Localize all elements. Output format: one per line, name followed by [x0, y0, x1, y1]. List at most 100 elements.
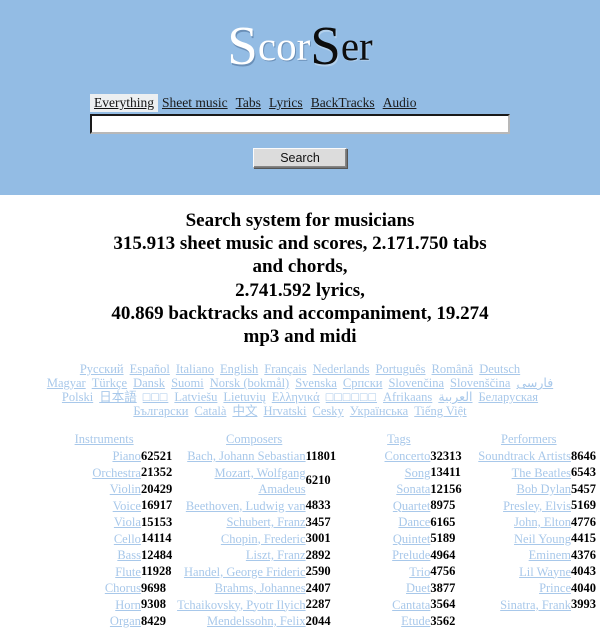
language-link[interactable]: □□□□□□ [326, 390, 377, 404]
stat-link[interactable]: Schubert, Franz [226, 515, 305, 529]
stat-link[interactable]: Trio [409, 565, 430, 579]
search-input[interactable] [90, 114, 510, 134]
language-link[interactable]: Türkçe [92, 376, 127, 390]
language-link[interactable]: Српски [343, 376, 383, 390]
stat-link[interactable]: Quartet [393, 499, 430, 513]
stat-link[interactable]: John, Elton [514, 515, 571, 529]
stat-link[interactable]: Prince [539, 581, 571, 595]
stat-link[interactable]: Piano [112, 449, 140, 463]
table-row: Violin 20429 [36, 481, 172, 498]
language-link[interactable]: Suomi [171, 376, 204, 390]
stat-link[interactable]: Handel, George Frideric [184, 565, 306, 579]
language-link[interactable]: Português [376, 362, 426, 376]
stat-column-title[interactable]: Instruments [36, 432, 172, 448]
language-link[interactable]: Dansk [133, 376, 165, 390]
stat-link[interactable]: Bob Dylan [516, 482, 571, 496]
stat-link[interactable]: Violin [110, 482, 141, 496]
stat-link[interactable]: Bass [117, 548, 141, 562]
stat-link[interactable]: Chopin, Frederic [221, 532, 306, 546]
search-tab-lyrics[interactable]: Lyrics [265, 94, 307, 112]
language-link[interactable]: Norsk (bokmål) [210, 376, 290, 390]
search-tab-sheet-music[interactable]: Sheet music [158, 94, 232, 112]
language-link[interactable]: العربية [438, 390, 472, 404]
language-link[interactable]: Afrikaans [383, 390, 432, 404]
language-link[interactable]: Nederlands [313, 362, 370, 376]
language-link[interactable]: Беларуская [478, 390, 538, 404]
table-row: Eminem 4376 [462, 547, 596, 564]
stat-column-title[interactable]: Performers [462, 432, 596, 448]
stat-link[interactable]: Bach, Johann Sebastian [187, 449, 305, 463]
stat-column-title[interactable]: Tags [336, 432, 461, 448]
language-link[interactable]: Italiano [176, 362, 214, 376]
stat-link[interactable]: Dance [398, 515, 430, 529]
stat-link[interactable]: Lil Wayne [519, 565, 571, 579]
search-category-tabs: Everything Sheet music Tabs Lyrics BackTrack… [90, 94, 510, 112]
stat-name-cell: Dance [336, 514, 430, 531]
stat-link[interactable]: Sonata [396, 482, 430, 496]
stat-name-cell: Violin [36, 481, 141, 498]
stat-link[interactable]: Duet [406, 581, 430, 595]
search-tab-everything[interactable]: Everything [90, 94, 158, 112]
search-button[interactable]: Search [253, 148, 347, 168]
search-tab-backtracks[interactable]: BackTracks [307, 94, 379, 112]
stat-link[interactable]: Mozart, Wolfgang Amadeus [214, 466, 305, 497]
table-row: Soundtrack Artists 8646 [462, 448, 596, 465]
stat-link[interactable]: Soundtrack Artists [478, 449, 571, 463]
stat-count: 21352 [140, 465, 173, 480]
language-link[interactable]: 中文 [232, 404, 257, 418]
stat-link[interactable]: Neil Young [514, 532, 571, 546]
stat-link[interactable]: Quintet [393, 532, 431, 546]
language-link[interactable]: Ελληνικά [272, 390, 320, 404]
stat-link[interactable]: Cello [114, 532, 141, 546]
language-link[interactable]: English [220, 362, 258, 376]
language-link[interactable]: Français [264, 362, 306, 376]
stat-link[interactable]: Viola [114, 515, 141, 529]
language-link[interactable]: Deutsch [479, 362, 520, 376]
language-link[interactable]: Hrvatski [263, 404, 306, 418]
stat-link[interactable]: Concerto [385, 449, 431, 463]
language-link[interactable]: Latviešu [174, 390, 217, 404]
language-link[interactable]: Polski [62, 390, 93, 404]
stat-link[interactable]: Chorus [105, 581, 141, 595]
language-link[interactable]: Tiếng Việt [414, 404, 466, 418]
language-link[interactable]: 日本語 [99, 390, 137, 404]
stat-link[interactable]: Song [405, 466, 431, 480]
language-link[interactable]: Română [432, 362, 474, 376]
table-row: Viola 15153 [36, 514, 172, 531]
language-link[interactable]: Български [133, 404, 188, 418]
stat-name-cell: Trio [336, 564, 430, 581]
language-link[interactable]: Українська [350, 404, 408, 418]
stat-count: 3457 [305, 514, 331, 529]
stat-link[interactable]: Brahms, Johannes [215, 581, 306, 595]
language-link[interactable]: Slovenčina [388, 376, 444, 390]
language-link[interactable]: Català [195, 404, 227, 418]
language-link[interactable]: Русский [80, 362, 124, 376]
language-link[interactable]: Magyar [47, 376, 86, 390]
stat-link[interactable]: The Beatles [512, 466, 571, 480]
site-logo[interactable]: ScorSer [0, 0, 600, 73]
stat-link[interactable]: Presley, Elvis [503, 499, 571, 513]
stat-link[interactable]: Flute [115, 565, 141, 579]
stat-link[interactable]: Eminem [529, 548, 571, 562]
language-link[interactable]: Slovenščina [450, 376, 510, 390]
language-link[interactable]: Lietuvių [223, 390, 265, 404]
stat-link[interactable]: Voice [113, 499, 141, 513]
language-link[interactable]: Svenska [295, 376, 337, 390]
stat-link[interactable]: Mendelssohn, Felix [207, 614, 306, 628]
language-link[interactable]: فارسی [516, 376, 553, 390]
language-link[interactable]: Español [130, 362, 170, 376]
table-row: Trio 4756 [336, 564, 461, 581]
stat-link[interactable]: Orchestra [92, 466, 141, 480]
language-row: Polski 日本語 □□□ Latviešu Lietuvių Ελληνικά □□□□… [18, 390, 582, 404]
stat-column-title[interactable]: Composers [172, 432, 336, 448]
stat-link[interactable]: Liszt, Franz [246, 548, 306, 562]
language-link[interactable]: Cesky [313, 404, 344, 418]
table-row: Concerto 32313 [336, 448, 462, 465]
stat-link[interactable]: Organ [110, 614, 141, 628]
stat-link[interactable]: Beethoven, Ludwig van [186, 499, 306, 513]
language-link[interactable]: □□□ [143, 390, 169, 404]
search-tab-tabs[interactable]: Tabs [232, 94, 265, 112]
search-tab-audio[interactable]: Audio [379, 94, 421, 112]
stat-link[interactable]: Prelude [392, 548, 430, 562]
stat-link[interactable]: Etude [401, 614, 430, 628]
